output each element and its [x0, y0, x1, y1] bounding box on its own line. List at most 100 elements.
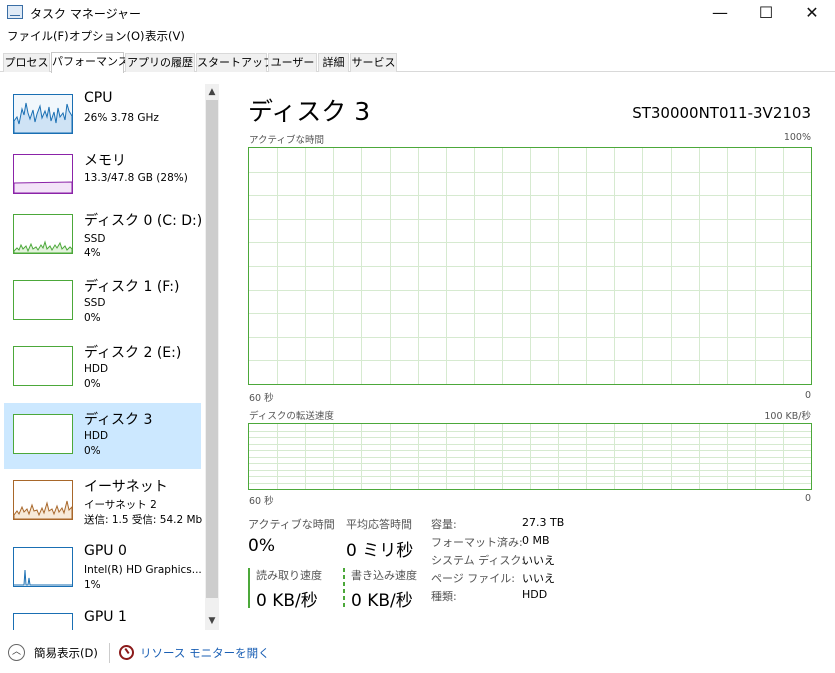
- graph-grid: [249, 424, 811, 489]
- info-value-type: HDD: [522, 588, 548, 601]
- network-graph-icon: [13, 480, 73, 520]
- sidebar-item-name: ディスク 1 (F:): [84, 279, 180, 295]
- write-speed-value: 0 KB/秒: [351, 591, 413, 611]
- scroll-thumb[interactable]: [206, 100, 218, 598]
- menu-view[interactable]: 表示(V): [145, 28, 185, 44]
- sidebar-item-usage: 0%: [84, 445, 101, 457]
- sidebar-item-adapter: Intel(R) HD Graphics...: [84, 564, 202, 576]
- tab-performance[interactable]: パフォーマンス: [51, 52, 129, 73]
- active-time-label: アクティブな時間: [248, 518, 335, 531]
- sidebar-item-usage: 0%: [84, 378, 101, 390]
- graph2-max: 100 KB/秒: [764, 411, 811, 422]
- tab-users[interactable]: ユーザー: [268, 53, 317, 72]
- page-title: ディスク 3: [248, 97, 371, 126]
- read-speed-indicator: [248, 568, 250, 608]
- maximize-button[interactable]: ☐: [743, 0, 789, 26]
- scroll-up-icon[interactable]: ▲: [205, 85, 219, 99]
- gpu-graph-icon: [13, 613, 73, 630]
- tab-app-history[interactable]: アプリの履歴: [125, 53, 195, 72]
- sidebar-item-memory[interactable]: メモリ 13.3/47.8 GB (28%): [4, 144, 201, 208]
- graph2-x-right: 0: [804, 493, 811, 504]
- graph1-label: アクティブな時間: [249, 135, 324, 146]
- info-value-formatted: 0 MB: [522, 534, 550, 547]
- sidebar-item-gpu-1[interactable]: GPU 1: [4, 603, 201, 630]
- disk-graph-icon: [13, 214, 73, 254]
- tab-processes[interactable]: プロセス: [3, 53, 50, 72]
- sidebar-item-name: ディスク 0 (C: D:): [84, 213, 203, 229]
- graph2-x-left: 60 秒: [249, 496, 274, 507]
- write-speed-indicator: [343, 568, 345, 608]
- sidebar-item-name: GPU 1: [84, 609, 127, 625]
- sidebar-item-disk-0[interactable]: ディスク 0 (C: D:) SSD 4%: [4, 204, 203, 268]
- window-title: タスク マネージャー: [30, 7, 141, 21]
- active-time-value: 0%: [248, 536, 275, 556]
- active-time-graph: [248, 147, 812, 385]
- info-key-capacity: 容量:: [431, 518, 457, 531]
- disk-graph-icon: [13, 280, 73, 320]
- sidebar-item-disk-2[interactable]: ディスク 2 (E:) HDD 0%: [4, 336, 201, 400]
- sidebar-item-name: ディスク 3: [84, 412, 153, 428]
- task-manager-icon: [7, 5, 23, 19]
- sidebar-item-detail: 26% 3.78 GHz: [84, 112, 159, 124]
- minimize-button[interactable]: —: [697, 0, 743, 26]
- sidebar-item-disk-1[interactable]: ディスク 1 (F:) SSD 0%: [4, 270, 201, 334]
- resource-monitor-icon[interactable]: [119, 645, 134, 660]
- sidebar-item-disk-3[interactable]: ディスク 3 HDD 0%: [4, 403, 201, 469]
- info-key-system-disk: システム ディスク:: [431, 554, 526, 567]
- read-speed-label: 読み取り速度: [256, 569, 322, 582]
- footer: ︿ 簡易表示(D) リソース モニターを開く: [0, 636, 835, 673]
- sidebar-item-usage: 1%: [84, 579, 101, 591]
- open-resource-monitor-link[interactable]: リソース モニターを開く: [140, 645, 270, 661]
- graph1-max: 100%: [783, 132, 811, 143]
- tab-services[interactable]: サービス: [350, 53, 397, 72]
- close-button[interactable]: ✕: [789, 0, 835, 26]
- menu-options[interactable]: オプション(O): [69, 28, 145, 44]
- sidebar-item-type: HDD: [84, 430, 109, 442]
- sidebar-item-usage: 4%: [84, 247, 101, 259]
- response-time-label: 平均応答時間: [346, 518, 412, 531]
- sidebar-item-cpu[interactable]: CPU 26% 3.78 GHz: [4, 84, 201, 148]
- scroll-down-icon[interactable]: ▼: [205, 614, 219, 628]
- chevron-up-icon[interactable]: ︿: [8, 644, 25, 661]
- disk-graph-icon: [13, 414, 73, 454]
- disk-model: ST30000NT011-3V2103: [632, 104, 811, 122]
- graph2-label: ディスクの転送速度: [249, 411, 334, 422]
- sidebar-item-name: イーサネット: [84, 479, 168, 495]
- resource-list: CPU 26% 3.78 GHz メモリ 13.3/47.8 GB (28%) …: [0, 84, 220, 630]
- sidebar-item-name: GPU 0: [84, 543, 127, 559]
- graph1-x-right: 0: [804, 390, 811, 401]
- transfer-rate-graph: [248, 423, 812, 490]
- tab-details[interactable]: 詳細: [318, 53, 349, 72]
- gpu-graph-icon: [13, 547, 73, 587]
- info-key-type: 種類:: [431, 590, 457, 603]
- disk-graph-icon: [13, 346, 73, 386]
- sidebar-item-name: メモリ: [84, 153, 126, 169]
- fewer-details-button[interactable]: 簡易表示(D): [34, 645, 98, 661]
- sidebar-item-type: SSD: [84, 233, 106, 245]
- response-time-value: 0 ミリ秒: [346, 541, 414, 561]
- sidebar-item-ethernet[interactable]: イーサネット イーサネット 2 送信: 1.5 受信: 54.2 Mb: [4, 470, 203, 534]
- tab-startup[interactable]: スタートアップ: [196, 53, 274, 72]
- cpu-graph-icon: [13, 94, 73, 134]
- sidebar-item-name: CPU: [84, 90, 113, 106]
- info-value-page-file: いいえ: [522, 572, 555, 585]
- memory-graph-icon: [13, 154, 73, 194]
- footer-divider: [109, 643, 110, 663]
- tab-bar: プロセス パフォーマンス アプリの履歴 スタートアップ ユーザー 詳細 サービス: [0, 52, 835, 73]
- info-key-formatted: フォーマット済み:: [431, 536, 523, 549]
- sidebar-item-detail: 13.3/47.8 GB (28%): [84, 172, 188, 184]
- sidebar-item-throughput: 送信: 1.5 受信: 54.2 Mb: [84, 514, 203, 526]
- info-value-capacity: 27.3 TB: [522, 516, 565, 529]
- sidebar-item-type: SSD: [84, 297, 106, 309]
- menu-file[interactable]: ファイル(F): [7, 28, 69, 44]
- sidebar-item-gpu-0[interactable]: GPU 0 Intel(R) HD Graphics... 1%: [4, 537, 202, 601]
- title-bar: タスク マネージャー — ☐ ✕: [0, 0, 835, 26]
- write-speed-label: 書き込み速度: [351, 569, 417, 582]
- graph-grid: [249, 148, 811, 384]
- sidebar-item-usage: 0%: [84, 312, 101, 324]
- graph1-x-left: 60 秒: [249, 393, 274, 404]
- info-key-page-file: ページ ファイル:: [431, 572, 515, 585]
- sidebar-item-adapter: イーサネット 2: [84, 499, 157, 511]
- sidebar-scrollbar[interactable]: ▲ ▼: [205, 84, 219, 630]
- info-value-system-disk: いいえ: [522, 554, 555, 567]
